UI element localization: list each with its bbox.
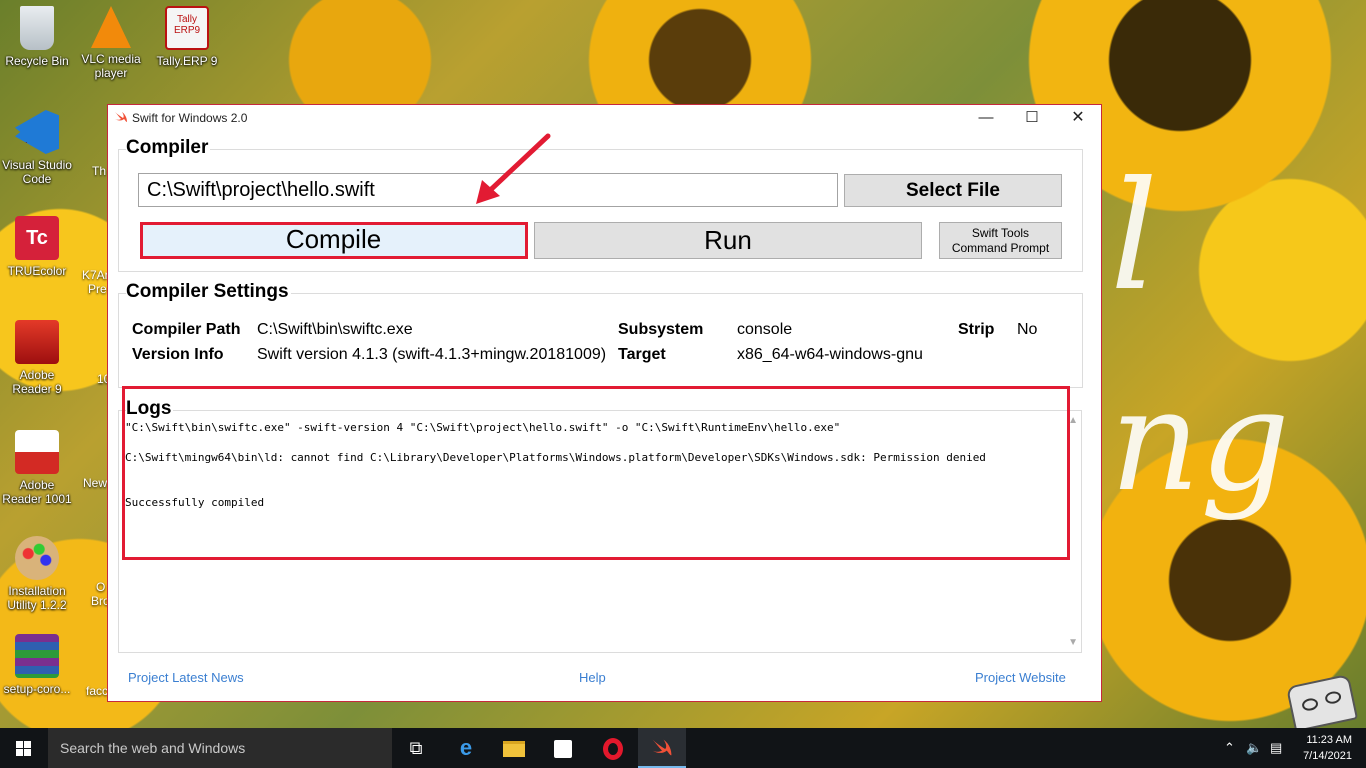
title-bar[interactable]: Swift for Windows 2.0 — ☐ ✕ <box>108 105 1101 131</box>
partial-desktop-label: facc <box>86 684 109 698</box>
logs-scrollbar[interactable]: ▲ ▼ <box>1064 411 1081 652</box>
desktop-icon-adobe-reader-9[interactable]: Adobe Reader 9 <box>0 320 74 396</box>
desktop-icon-label: VLC media player <box>81 52 141 80</box>
truecolor-icon: Tc <box>15 216 59 260</box>
file-explorer-icon[interactable] <box>490 728 538 768</box>
run-button[interactable]: Run <box>534 222 922 259</box>
start-button[interactable] <box>0 728 48 768</box>
adobe-reader-icon <box>15 430 59 474</box>
subsystem-label: Subsystem <box>618 321 704 338</box>
project-website-link[interactable]: Project Website <box>975 670 1066 685</box>
log-line: "C:\Swift\bin\swiftc.exe" -swift-version… <box>125 421 841 434</box>
compiler-settings-group <box>118 293 1083 388</box>
desktop-icon-truecolor[interactable]: Tc TRUEcolor <box>0 216 74 278</box>
partial-desktop-label: Th <box>92 164 107 178</box>
scroll-up-icon[interactable]: ▲ <box>1068 415 1078 426</box>
log-line: C:\Swift\mingw64\bin\ld: cannot find C:\… <box>125 451 986 464</box>
help-link[interactable]: Help <box>579 670 606 685</box>
wallpaper-letter-ng: ng <box>1110 360 1290 523</box>
clock-date: 7/14/2021 <box>1303 750 1352 762</box>
partial-desktop-label: K7Ar <box>82 268 109 282</box>
desktop-icon-adobe-reader-1001[interactable]: Adobe Reader 1001 <box>0 430 74 506</box>
scroll-down-icon[interactable]: ▼ <box>1068 637 1078 648</box>
subsystem-value: console <box>737 321 793 338</box>
strip-value: No <box>1017 321 1038 338</box>
minimize-button[interactable]: — <box>963 105 1009 131</box>
version-info-value: Swift version 4.1.3 (swift-4.1.3+mingw.2… <box>257 346 607 363</box>
desktop-icon-installation-utility[interactable]: Installation Utility 1.2.2 <box>0 536 74 612</box>
desktop-icon-vlc[interactable]: VLC media player <box>74 6 148 80</box>
taskbar-clock[interactable]: 11:23 AM 7/14/2021 <box>1303 732 1352 764</box>
palette-icon <box>15 536 59 580</box>
project-latest-news-link[interactable]: Project Latest News <box>128 670 244 685</box>
desktop-icon-label: Adobe Reader 1001 <box>2 478 72 506</box>
swift-tools-command-prompt-button[interactable]: Swift Tools Command Prompt <box>939 222 1062 259</box>
partial-desktop-label: New <box>83 476 108 490</box>
window-title: Swift for Windows 2.0 <box>132 111 248 125</box>
taskbar-search-box[interactable]: Search the web and Windows <box>48 728 392 768</box>
tools-label-line1: Swift Tools <box>971 226 1030 240</box>
opera-browser-icon[interactable] <box>589 728 637 768</box>
red-annotation-arrow-icon <box>476 133 551 204</box>
compiler-path-label: Compiler Path <box>132 321 241 338</box>
compile-button[interactable]: Compile <box>140 222 527 259</box>
store-icon[interactable] <box>539 728 587 768</box>
corner-mascot-icon <box>1285 673 1359 733</box>
compiler-path-value: C:\Swift\bin\swiftc.exe <box>257 321 413 338</box>
logs-text-area[interactable]: "C:\Swift\bin\swiftc.exe" -swift-version… <box>118 410 1082 653</box>
partial-desktop-label: O <box>96 580 106 594</box>
target-label: Target <box>618 346 666 363</box>
log-line: Successfully compiled <box>125 496 265 509</box>
desktop-icon-vscode[interactable]: ↗ Visual Studio Code <box>0 110 74 186</box>
vlc-cone-icon <box>91 6 131 48</box>
compiler-section-title: Compiler <box>126 137 211 159</box>
tally-icon: Tally ERP9 <box>165 6 209 50</box>
swift-for-windows-taskbar-icon[interactable] <box>638 728 686 768</box>
edge-browser-icon[interactable]: e <box>442 728 490 768</box>
desktop-icon-label: Adobe Reader 9 <box>12 368 62 396</box>
tools-label-line2: Command Prompt <box>951 241 1050 255</box>
windows-logo-icon <box>16 741 31 756</box>
desktop-icon-label: TRUEcolor <box>7 264 67 278</box>
shortcut-arrow-icon: ↗ <box>15 142 27 154</box>
maximize-button[interactable]: ☐ <box>1009 105 1055 131</box>
strip-label: Strip <box>958 321 995 338</box>
target-value: x86_64-w64-windows-gnu <box>737 346 923 363</box>
desktop-icon-label: Installation Utility 1.2.2 <box>7 584 67 612</box>
compiler-settings-section-title: Compiler Settings <box>126 281 291 303</box>
swift-logo-icon <box>652 739 672 756</box>
desktop-icon-setup[interactable]: setup-coro... <box>0 634 74 696</box>
desktop-icon-label: Tally.ERP 9 <box>156 54 218 68</box>
desktop-icon-tally[interactable]: Tally ERP9 Tally.ERP 9 <box>150 6 224 68</box>
adobe-reader-icon <box>15 320 59 364</box>
wallpaper-letter-l: l <box>1110 150 1158 324</box>
clock-time: 11:23 AM <box>1306 734 1352 746</box>
recycle-bin-icon <box>20 6 54 50</box>
desktop-icon-label: Visual Studio Code <box>2 158 72 186</box>
notifications-icon[interactable]: ▤ <box>1270 728 1282 768</box>
winrar-archive-icon <box>15 634 59 678</box>
vscode-icon: ↗ <box>15 110 59 154</box>
desktop-icon-recycle-bin[interactable]: Recycle Bin <box>0 6 74 68</box>
close-button[interactable]: ✕ <box>1055 105 1101 131</box>
select-file-button[interactable]: Select File <box>844 174 1062 207</box>
volume-icon[interactable]: 🔈 <box>1246 728 1262 768</box>
desktop-icon-label: Recycle Bin <box>5 54 69 68</box>
swift-logo-icon <box>115 112 127 122</box>
version-info-label: Version Info <box>132 346 224 363</box>
taskbar: Search the web and Windows ⧉ e ⌃ 🔈 ▤ 11:… <box>0 728 1366 768</box>
partial-desktop-label: Pre <box>88 282 107 296</box>
task-view-icon[interactable]: ⧉ <box>392 728 440 768</box>
logs-section-title: Logs <box>126 398 174 420</box>
swift-for-windows-window: Swift for Windows 2.0 — ☐ ✕ Compiler Sel… <box>107 104 1102 702</box>
show-hidden-icons-chevron-icon[interactable]: ⌃ <box>1224 728 1235 768</box>
desktop-icon-label: setup-coro... <box>3 682 71 696</box>
